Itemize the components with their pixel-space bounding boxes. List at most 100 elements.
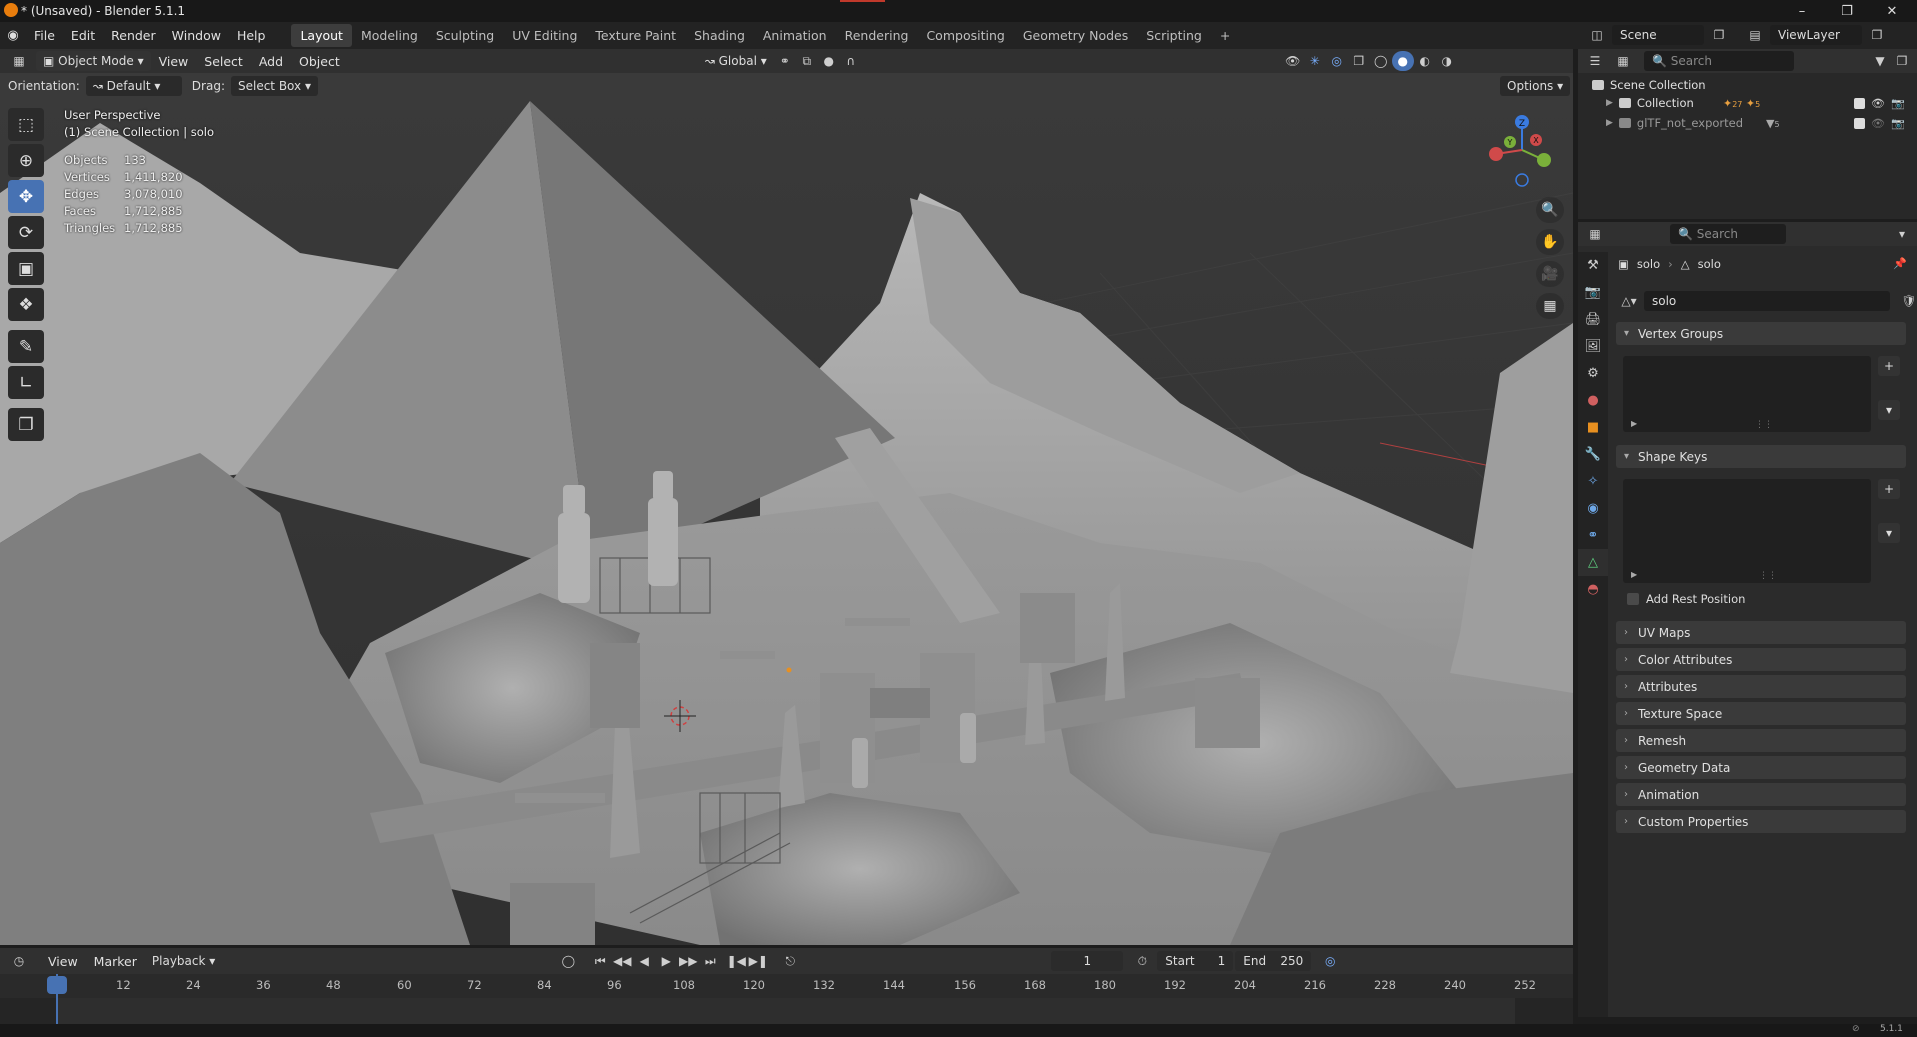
timeline-menu-marker[interactable]: Marker [86,948,145,975]
modifier-tab-icon[interactable]: 🔧 [1578,441,1608,468]
list-expand-icon[interactable]: ▶ [1631,419,1637,428]
display-mode-icon[interactable]: ▦ [1612,51,1634,71]
render-tab-icon[interactable]: 📷 [1578,279,1608,306]
transform-tool-icon[interactable]: ❖ [8,288,44,321]
list-resize-handle-icon[interactable]: ⋮⋮ [1759,571,1777,581]
panel-color-attributes[interactable]: › Color Attributes [1616,648,1906,671]
rotate-tool-icon[interactable]: ⟳ [8,216,44,249]
properties-editor-icon[interactable]: ▦ [1584,224,1606,244]
close-icon[interactable]: ✕ [1874,0,1910,22]
jump-end-icon[interactable]: ⏭ [699,951,721,971]
new-view-layer-icon[interactable]: ❐ [1866,25,1888,45]
tool-tab-icon[interactable]: ⚒ [1578,252,1608,279]
play-reverse-icon[interactable]: ◀ [633,951,655,971]
expand-icon[interactable]: ▶ [1606,118,1613,128]
mode-dropdown[interactable]: ▣ Object Mode ▾ [36,51,151,71]
scene-name-field[interactable]: Scene [1612,25,1704,45]
menu-edit[interactable]: Edit [63,22,103,49]
xray-icon[interactable]: ❐ [1348,51,1370,71]
jump-keyframe-back-icon[interactable]: ◀◀ [611,951,633,971]
scale-tool-icon[interactable]: ▣ [8,252,44,285]
shading-wireframe-icon[interactable]: ◯ [1370,51,1392,71]
render-camera-icon[interactable]: 📷 [1891,117,1905,130]
gizmo-toggle-icon[interactable]: ✳ [1304,51,1326,71]
panel-animation[interactable]: › Animation [1616,783,1906,806]
menu-render[interactable]: Render [103,22,164,49]
panel-shape-keys[interactable]: ▾ Shape Keys [1616,445,1906,468]
view-layer-icon[interactable]: ▤ [1744,25,1766,45]
visibility-icon[interactable]: 👁 [1282,51,1304,71]
view-layer-tab-icon[interactable]: 🖼 [1578,333,1608,360]
outliner-editor-icon[interactable]: ☰ [1584,51,1606,71]
hide-eye-icon[interactable]: 👁 [1871,117,1885,130]
keying-icon[interactable]: ⎋ [779,951,801,971]
timeline[interactable]: 1 12 24 36 48 60 72 84 96 108 120 132 14… [0,974,1573,1024]
overlay-toggle-icon[interactable]: ◎ [1326,51,1348,71]
physics-tab-icon[interactable]: ◉ [1578,495,1608,522]
viewport-menu-add[interactable]: Add [251,48,291,75]
editor-type-icon[interactable]: ▦ [8,51,30,71]
add-workspace-icon[interactable]: + [1211,24,1239,47]
add-cube-tool-icon[interactable]: ❐ [8,408,44,441]
perspective-grid-icon[interactable]: ▦ [1536,293,1564,319]
record-icon[interactable]: ◯ [557,951,579,971]
exclude-checkbox[interactable] [1854,117,1865,129]
current-frame-field[interactable]: 1 [1051,951,1124,971]
menu-window[interactable]: Window [164,22,229,49]
expand-icon[interactable]: ▶ [1606,98,1613,108]
tab-shading[interactable]: Shading [685,24,754,47]
playback-dropdown[interactable]: Playback ▾ [145,951,222,971]
shape-key-menu-button[interactable]: ▾ [1878,523,1900,543]
scene-icon[interactable]: ◫ [1586,25,1608,45]
add-shape-key-button[interactable]: + [1878,479,1900,499]
minimize-icon[interactable]: – [1784,0,1820,22]
hide-eye-icon[interactable]: 👁 [1871,97,1885,110]
list-expand-icon[interactable]: ▶ [1631,570,1637,579]
3d-viewport[interactable] [0,73,1573,945]
tab-texture-paint[interactable]: Texture Paint [586,24,685,47]
panel-custom-properties[interactable]: › Custom Properties [1616,810,1906,833]
pin-icon[interactable]: 📌 [1893,257,1907,270]
tab-layout[interactable]: Layout [291,24,352,47]
data-tab-icon[interactable]: △ [1578,549,1608,576]
playhead-handle[interactable] [47,976,67,994]
timer-icon[interactable]: ⏱ [1131,951,1153,971]
select-box-tool-icon[interactable]: ⬚ [8,108,44,141]
panel-attributes[interactable]: › Attributes [1616,675,1906,698]
jump-start-icon[interactable]: ⏮ [589,951,611,971]
add-rest-position-row[interactable]: Add Rest Position [1627,592,1745,606]
move-tool-icon[interactable]: ✥ [8,180,44,213]
properties-search[interactable]: 🔍 Search [1670,224,1786,244]
tab-compositing[interactable]: Compositing [917,24,1013,47]
timeline-menu-view[interactable]: View [40,948,86,975]
keyframe-prev-icon[interactable]: ❚◀ [725,951,747,971]
render-camera-icon[interactable]: 📷 [1891,97,1905,110]
blender-menu-icon[interactable]: ◉ [0,28,26,43]
pan-hand-icon[interactable]: ✋ [1536,229,1564,255]
drag-dropdown[interactable]: Select Box ▾ [230,76,318,96]
outliner-search[interactable]: 🔍 Search [1644,51,1794,71]
mesh-browse-icon[interactable]: △▾ [1618,291,1640,311]
outliner-row-root[interactable]: Scene Collection [1578,73,1917,93]
tab-animation[interactable]: Animation [754,24,836,47]
annotate-tool-icon[interactable]: ✎ [8,330,44,363]
object-tab-icon[interactable]: ■ [1578,414,1608,441]
material-tab-icon[interactable]: ◓ [1578,576,1608,603]
tab-sculpting[interactable]: Sculpting [427,24,503,47]
panel-geometry-data[interactable]: › Geometry Data [1616,756,1906,779]
proportional-edit-icon[interactable]: ● [818,51,840,71]
camera-view-icon[interactable]: 🎥 [1536,261,1564,287]
fake-user-shield-icon[interactable]: 🛡 [1898,291,1917,311]
constraints-tab-icon[interactable]: ⚭ [1578,522,1608,549]
shading-solid-icon[interactable]: ● [1391,51,1414,71]
filter-icon[interactable]: ▼ [1869,51,1891,71]
vertex-group-menu-button[interactable]: ▾ [1878,400,1900,420]
sync-icon[interactable]: ◎ [1319,951,1341,971]
vertex-groups-list[interactable]: ▶ ⋮⋮ [1623,356,1871,432]
properties-options-icon[interactable]: ▾ [1891,224,1913,244]
outliner-row-collection[interactable]: ▶ Collection ✦27 ✦5 👁 📷 [1578,93,1917,113]
panel-vertex-groups[interactable]: ▾ Vertex Groups [1616,322,1906,345]
menu-file[interactable]: File [26,22,63,49]
panel-uv-maps[interactable]: › UV Maps [1616,621,1906,644]
particles-tab-icon[interactable]: ✧ [1578,468,1608,495]
